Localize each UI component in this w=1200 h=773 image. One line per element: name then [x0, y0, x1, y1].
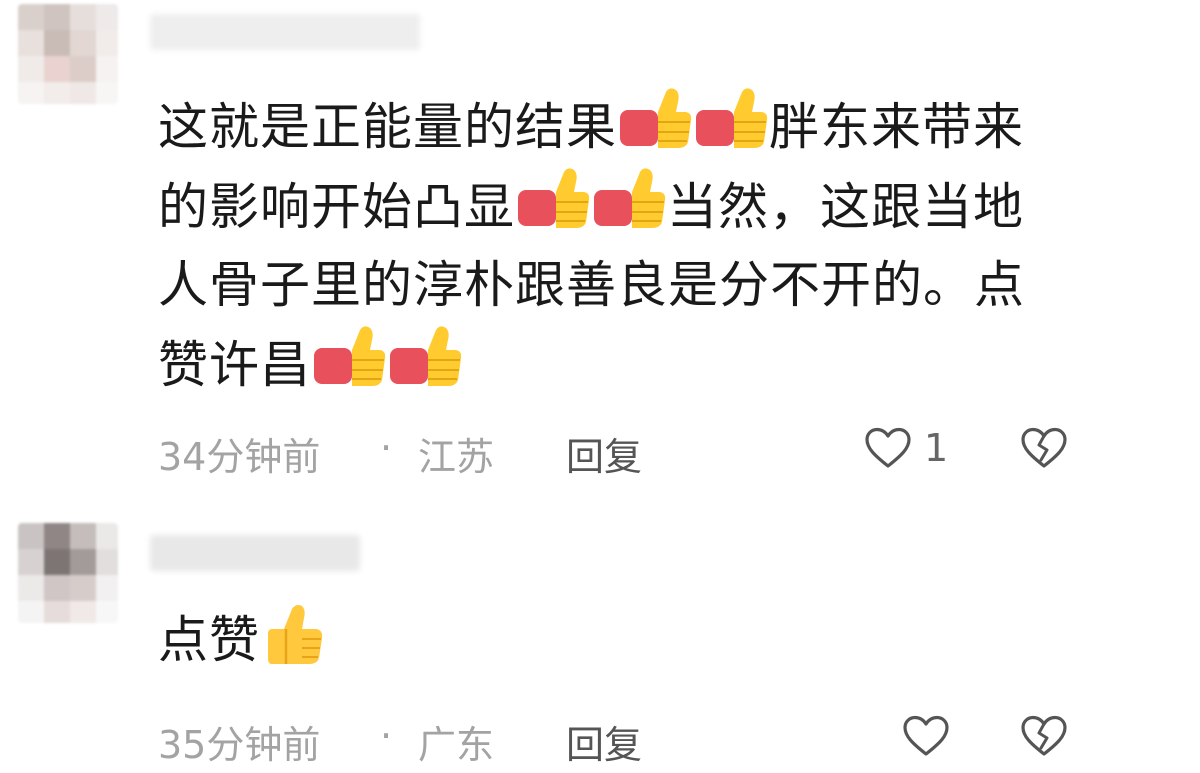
heart-outline-icon — [865, 427, 911, 468]
avatar[interactable] — [18, 523, 118, 623]
broken-heart-icon — [1021, 427, 1067, 468]
username-obscured[interactable] — [150, 535, 360, 571]
comment-time: 35分钟前 — [158, 723, 321, 767]
comment-item: 这就是正能量的结果 胖东来带来的影响开始凸显 当然，这跟当地人骨子里的淳朴跟善良是分… — [0, 0, 1200, 500]
comment-text: 这就是正能量的结果 胖东来带来的影响开始凸显 当然，这跟当地人骨子里的淳朴跟善良是分… — [158, 86, 1058, 404]
comment-location: 广东 — [418, 723, 495, 767]
thumbs-up-icon — [518, 168, 590, 228]
comment-time: 34分钟前 — [158, 435, 321, 479]
thumbs-up-icon — [594, 168, 666, 228]
thumbs-up-icon — [696, 88, 768, 148]
reply-button[interactable]: 回复 — [566, 426, 642, 481]
avatar[interactable] — [18, 4, 118, 104]
thumbs-up-icon — [314, 326, 386, 386]
comment-text: 点赞 — [158, 601, 1058, 679]
comment-meta: 35分钟前 · 广东 回复 — [158, 708, 1200, 767]
thumbs-up-icon — [390, 326, 462, 386]
comment-text-segment: 这就是正能量的结果 — [158, 98, 617, 156]
comment-item: 点赞 35分钟前 · 广东 回复 — [0, 505, 1200, 773]
meta-separator: · — [380, 714, 393, 758]
dislike-button[interactable] — [1020, 708, 1072, 764]
dislike-button[interactable] — [1020, 420, 1072, 476]
reply-button[interactable]: 回复 — [566, 714, 642, 769]
heart-outline-icon — [903, 715, 949, 756]
thumbs-up-icon — [620, 88, 692, 148]
username-obscured[interactable] — [150, 14, 420, 50]
comment-location: 江苏 — [418, 435, 495, 479]
comment-text-segment: 点赞 — [158, 611, 260, 669]
like-count: 1 — [924, 426, 949, 470]
broken-heart-icon — [1021, 715, 1067, 756]
comment-meta: 34分钟前 · 江苏 回复 1 — [158, 420, 1200, 479]
thumbs-up-icon — [268, 605, 323, 664]
meta-separator: · — [380, 426, 393, 470]
